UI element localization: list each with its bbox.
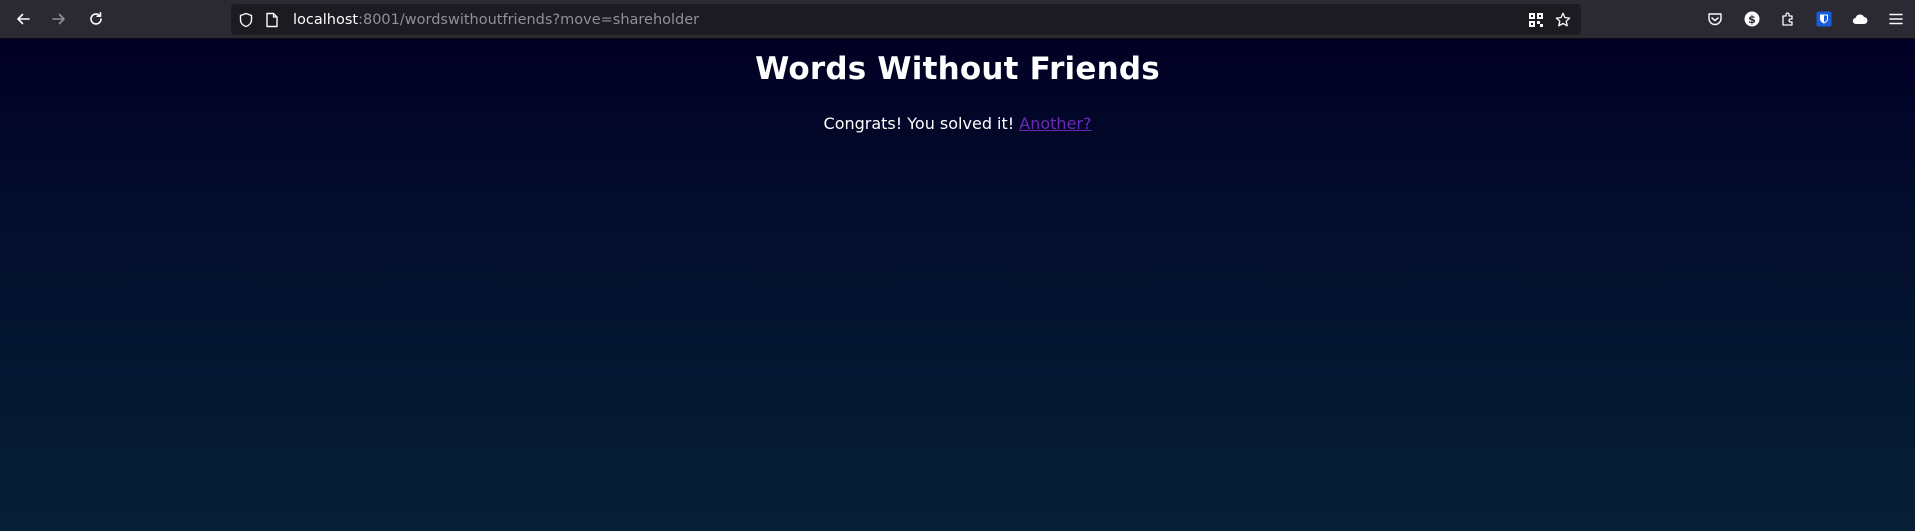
- url-path: :8001/wordswithoutfriends?move=sharehold…: [358, 12, 700, 28]
- forward-arrow-icon: [52, 13, 65, 25]
- forward-button[interactable]: [44, 5, 74, 33]
- another-link[interactable]: Another?: [1019, 114, 1091, 133]
- svg-text:$: $: [1748, 13, 1756, 26]
- page-icon: [266, 12, 278, 28]
- browser-window: localhost:8001/wordswithoutfriends?move=…: [0, 0, 1915, 531]
- page-content: Words Without Friends Congrats! You solv…: [0, 39, 1915, 531]
- back-button[interactable]: [8, 5, 38, 33]
- qr-code-icon: [1529, 13, 1543, 27]
- bitwarden-button[interactable]: [1809, 5, 1839, 33]
- shield-icon: [239, 12, 253, 28]
- star-icon: [1555, 12, 1571, 27]
- dollar-circle-icon: $: [1744, 11, 1760, 27]
- reload-button[interactable]: [81, 5, 111, 33]
- back-arrow-icon: [17, 13, 30, 25]
- reload-icon: [90, 12, 102, 25]
- result-message: Congrats! You solved it! Another?: [0, 113, 1915, 135]
- url-field[interactable]: localhost:8001/wordswithoutfriends?move=…: [293, 11, 699, 29]
- bitwarden-shield-icon: [1816, 11, 1832, 27]
- extensions-button[interactable]: [1773, 5, 1803, 33]
- puzzle-icon: [1782, 12, 1793, 26]
- page-info-button[interactable]: [263, 11, 281, 29]
- page-title: Words Without Friends: [755, 51, 1160, 87]
- hamburger-menu-icon: [1889, 13, 1903, 25]
- congrats-text: Congrats! You solved it!: [823, 114, 1015, 133]
- url-bar[interactable]: localhost:8001/wordswithoutfriends?move=…: [231, 4, 1581, 35]
- account-extension-button[interactable]: $: [1737, 5, 1767, 33]
- pocket-button[interactable]: [1700, 5, 1730, 33]
- tracking-protection-button[interactable]: [237, 11, 255, 29]
- qr-code-button[interactable]: [1527, 11, 1545, 29]
- bookmark-button[interactable]: [1554, 11, 1572, 29]
- menu-button[interactable]: [1881, 5, 1911, 33]
- cloud-extension-button[interactable]: [1845, 5, 1875, 33]
- pocket-icon: [1708, 13, 1722, 26]
- url-host: localhost: [293, 12, 359, 28]
- browser-toolbar: localhost:8001/wordswithoutfriends?move=…: [0, 0, 1915, 39]
- cloud-extension-icon: [1852, 14, 1868, 25]
